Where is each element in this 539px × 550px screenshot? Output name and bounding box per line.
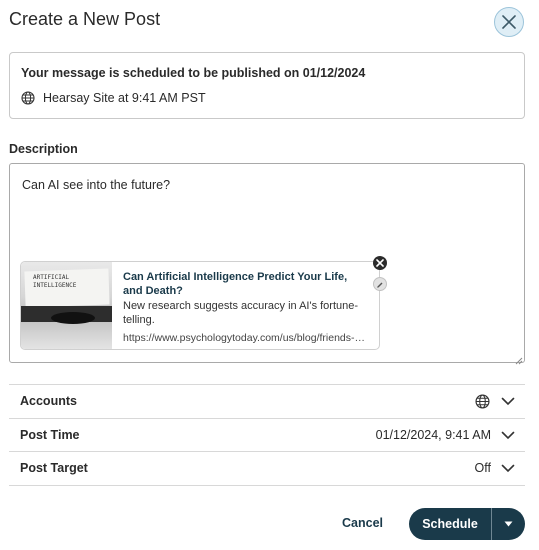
- remove-link-button[interactable]: [373, 256, 387, 270]
- link-preview-url[interactable]: https://www.psychologytoday.com/us/blog/…: [123, 332, 368, 344]
- schedule-site-text: Hearsay Site at 9:41 AM PST: [43, 91, 206, 105]
- divider: [9, 485, 525, 486]
- schedule-button[interactable]: Schedule: [409, 508, 491, 540]
- globe-icon: [475, 393, 490, 409]
- description-field[interactable]: Can AI see into the future? ARTIFICIAL IN…: [9, 163, 525, 365]
- image-caption: ARTIFICIAL INTELLIGENCE: [33, 274, 77, 289]
- pencil-icon: [376, 280, 384, 288]
- description-label: Description: [9, 142, 78, 156]
- chevron-down-icon: [501, 397, 515, 406]
- post-target-label: Post Target: [20, 461, 88, 475]
- schedule-button-group: Schedule: [409, 508, 525, 540]
- resize-handle-icon[interactable]: [514, 352, 523, 365]
- post-time-section[interactable]: Post Time 01/12/2024, 9:41 AM: [9, 418, 525, 451]
- caret-down-icon: [504, 521, 513, 527]
- post-target-value: Off: [474, 461, 491, 475]
- post-target-section[interactable]: Post Target Off: [9, 451, 525, 484]
- schedule-message: Your message is scheduled to be publishe…: [21, 66, 366, 80]
- description-text[interactable]: Can AI see into the future?: [22, 178, 170, 192]
- close-icon: [501, 14, 517, 30]
- close-icon: [376, 259, 384, 267]
- schedule-options-button[interactable]: [492, 508, 525, 540]
- link-preview-description: New research suggests accuracy in AI's f…: [123, 300, 359, 326]
- accounts-section[interactable]: Accounts: [9, 384, 525, 417]
- close-button[interactable]: [494, 7, 524, 37]
- schedule-site: Hearsay Site at 9:41 AM PST: [21, 91, 206, 105]
- chevron-down-icon: [501, 431, 515, 440]
- link-preview-card[interactable]: ARTIFICIAL INTELLIGENCE Can Artificial In…: [20, 261, 380, 350]
- post-time-value: 01/12/2024, 9:41 AM: [375, 428, 491, 442]
- link-preview-title[interactable]: Can Artificial Intelligence Predict Your…: [123, 270, 363, 298]
- link-preview-image: ARTIFICIAL INTELLIGENCE: [21, 262, 112, 349]
- globe-icon: [21, 91, 35, 105]
- chevron-down-icon: [501, 464, 515, 473]
- edit-link-button[interactable]: [373, 277, 387, 291]
- post-time-label: Post Time: [20, 428, 80, 442]
- cancel-button[interactable]: Cancel: [342, 516, 383, 530]
- schedule-notice: Your message is scheduled to be publishe…: [9, 52, 525, 119]
- accounts-label: Accounts: [20, 394, 77, 408]
- dialog-title: Create a New Post: [9, 9, 161, 29]
